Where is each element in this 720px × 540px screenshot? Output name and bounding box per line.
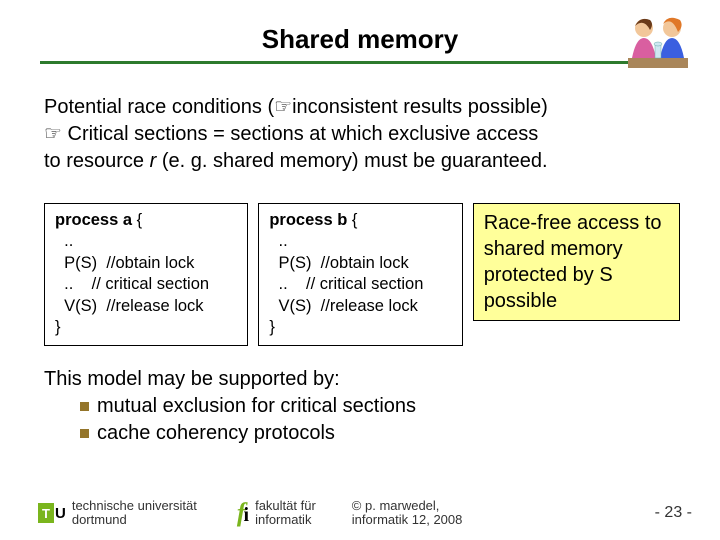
proc-b-header: process b { xyxy=(269,210,451,231)
footer-university: TU technische universität dortmund xyxy=(38,499,197,528)
after-text: This model may be supported by: mutual e… xyxy=(44,366,680,447)
after-bullet-1: mutual exclusion for critical sections xyxy=(80,393,680,420)
intro-l2: Critical sections = sections at which ex… xyxy=(62,123,538,145)
proc-a-l1: .. xyxy=(55,231,237,252)
bullet-square-icon xyxy=(80,402,89,411)
intro-l3a: to resource xyxy=(44,150,150,172)
proc-a-header: process a { xyxy=(55,210,237,231)
proc-a-l4: V(S) //release lock xyxy=(55,296,237,317)
note-box: Race-free access to shared memory protec… xyxy=(473,203,680,321)
intro-text: Potential race conditions (☞inconsistent… xyxy=(44,94,680,175)
footer-fak-text: fakultät für informatik xyxy=(255,499,316,528)
title-row: Shared memory xyxy=(40,18,680,55)
footer-copyright: © p. marwedel, informatik 12, 2008 xyxy=(352,499,463,528)
slide-title: Shared memory xyxy=(40,18,680,55)
footer-copy1: © p. marwedel, xyxy=(352,499,463,513)
slide: Shared memory Potential race conditions … xyxy=(0,0,720,540)
proc-a-l3: .. // critical section xyxy=(55,274,237,295)
process-a-box: process a { .. P(S) //obtain lock .. // … xyxy=(44,203,248,346)
proc-b-l3: .. // critical section xyxy=(269,274,451,295)
footer-uni-text: technische universität dortmund xyxy=(72,499,197,528)
after-b2-text: cache coherency protocols xyxy=(97,422,335,444)
footer-uni1: technische universität xyxy=(72,499,197,513)
after-b1-text: mutual exclusion for critical sections xyxy=(97,395,416,417)
footer-fak2: informatik xyxy=(255,513,316,527)
after-bullet-2: cache coherency protocols xyxy=(80,420,680,447)
proc-b-l1: .. xyxy=(269,231,451,252)
footer-faculty: fi fakultät für informatik xyxy=(237,498,316,528)
code-blocks-row: process a { .. P(S) //obtain lock .. // … xyxy=(44,203,680,346)
intro-l1a: Potential race conditions ( xyxy=(44,96,274,118)
intro-l1b: inconsistent results possible) xyxy=(292,96,548,118)
footer-fak1: fakultät für xyxy=(255,499,316,513)
bullet-square-icon xyxy=(80,429,89,438)
footer-uni2: dortmund xyxy=(72,513,197,527)
pointer-icon: ☞ xyxy=(274,96,292,118)
tu-logo-icon: TU xyxy=(38,503,66,523)
illustration-people-icon xyxy=(626,14,690,70)
pointer-icon: ☞ xyxy=(44,123,62,145)
proc-b-l2: P(S) //obtain lock xyxy=(269,253,451,274)
proc-a-close: } xyxy=(55,317,237,338)
footer-copy2: informatik 12, 2008 xyxy=(352,513,463,527)
proc-a-l2: P(S) //obtain lock xyxy=(55,253,237,274)
after-lead: This model may be supported by: xyxy=(44,366,680,393)
process-b-box: process b { .. P(S) //obtain lock .. // … xyxy=(258,203,462,346)
footer-page-number: - 23 - xyxy=(655,504,692,522)
fi-logo-icon: fi xyxy=(237,498,249,528)
proc-b-close: } xyxy=(269,317,451,338)
footer: TU technische universität dortmund fi fa… xyxy=(0,498,720,528)
title-divider xyxy=(40,61,680,64)
proc-b-l4: V(S) //release lock xyxy=(269,296,451,317)
intro-l3b: (e. g. shared memory) must be guaranteed… xyxy=(156,150,547,172)
